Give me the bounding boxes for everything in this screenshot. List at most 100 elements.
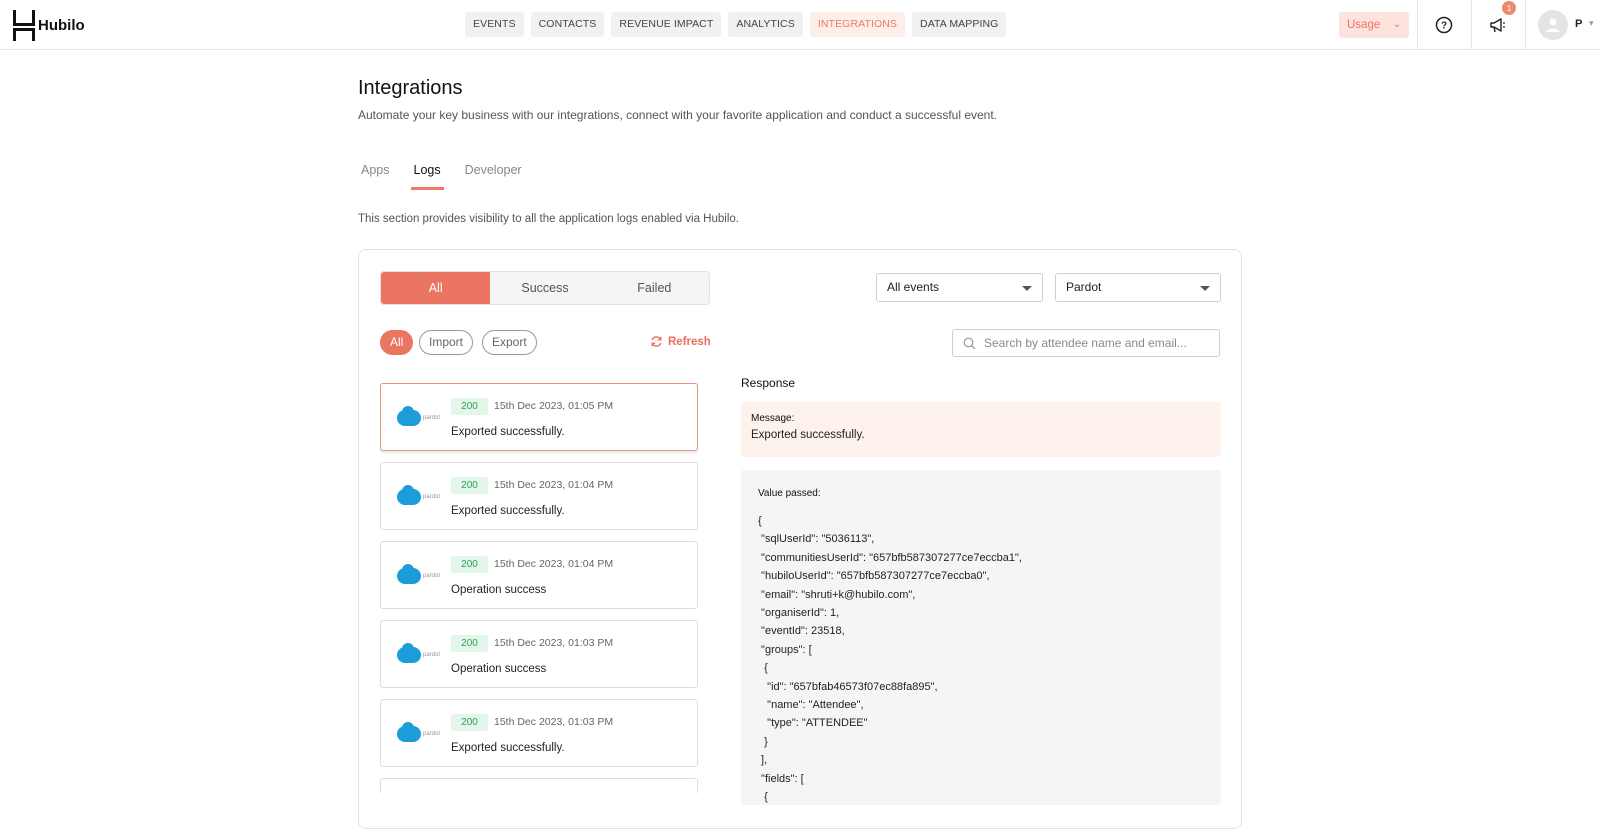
- megaphone-icon: [1490, 17, 1505, 32]
- user-initial: P: [1575, 18, 1583, 30]
- pardot-logo: pardot: [397, 722, 440, 742]
- log-list: pardot 200 15th Dec 2023, 01:05 PM Expor…: [380, 383, 698, 793]
- log-timestamp: 15th Dec 2023, 01:05 PM: [494, 400, 614, 412]
- refresh-icon: [651, 336, 662, 347]
- json-payload: { "sqlUserId": "5036113", "communitiesUs…: [758, 512, 1204, 805]
- usage-dropdown[interactable]: Usage ⌄: [1339, 12, 1409, 38]
- status-code-badge: 200: [451, 635, 488, 652]
- usage-label: Usage: [1347, 19, 1381, 31]
- pardot-logo: pardot: [397, 643, 440, 663]
- app-select[interactable]: Pardot: [1055, 273, 1221, 302]
- json-line: }: [758, 735, 768, 748]
- log-message: Operation success: [451, 663, 547, 675]
- nav-integrations[interactable]: INTEGRATIONS: [809, 12, 906, 37]
- announcements-button[interactable]: 1: [1471, 0, 1524, 49]
- search-icon: [963, 337, 976, 349]
- status-failed-button[interactable]: Failed: [600, 272, 709, 304]
- refresh-label: Refresh: [668, 335, 711, 348]
- salesforce-cloud-icon: [397, 485, 421, 505]
- log-message: Operation success: [451, 584, 547, 596]
- json-line: {: [758, 515, 762, 527]
- caret-down-icon: [1022, 286, 1032, 291]
- log-timestamp: 15th Dec 2023, 01:04 PM: [494, 558, 614, 570]
- help-icon: ?: [1435, 16, 1453, 33]
- pardot-logo: pardot: [397, 406, 440, 426]
- log-item[interactable]: pardot 200 15th Dec 2023, 01:05 PM Expor…: [380, 383, 698, 451]
- status-code-badge: 200: [451, 398, 488, 415]
- log-item[interactable]: pardot 200 15th Dec 2023, 01:03 PM Expor…: [380, 699, 698, 767]
- caret-down-icon: [1200, 286, 1210, 291]
- json-line: ],: [758, 754, 768, 767]
- integration-tabs: Apps Logs Developer: [358, 163, 543, 190]
- nav-revenue-impact[interactable]: REVENUE IMPACT: [611, 12, 722, 37]
- message-value: Exported successfully.: [751, 429, 865, 441]
- log-item[interactable]: pardot 200 15th Dec 2023, 01:03 PM Opera…: [380, 620, 698, 688]
- page-title: Integrations: [358, 77, 463, 99]
- salesforce-cloud-icon: [397, 722, 421, 742]
- nav-contacts[interactable]: CONTACTS: [530, 12, 605, 37]
- app-select-value: Pardot: [1066, 280, 1102, 294]
- status-code-badge: 200: [451, 714, 488, 731]
- section-description: This section provides visibility to all …: [358, 213, 739, 225]
- type-chip-import[interactable]: Import: [419, 330, 474, 355]
- salesforce-cloud-icon: [397, 643, 421, 663]
- json-line: "type": "ATTENDEE": [758, 717, 868, 730]
- nav-events[interactable]: EVENTS: [465, 12, 524, 37]
- json-line: "hubiloUserId": "657bfb587307277ce7eccba…: [758, 570, 990, 583]
- search-input[interactable]: [984, 336, 1209, 350]
- status-filter: All Success Failed: [380, 271, 710, 305]
- log-timestamp: 15th Dec 2023, 01:03 PM: [494, 716, 614, 728]
- event-select-value: All events: [887, 280, 940, 294]
- log-item[interactable]: pardot 200 15th Dec 2023, 01:04 PM Expor…: [380, 462, 698, 530]
- user-chevron-down-icon[interactable]: ▾: [1589, 18, 1594, 29]
- log-message: Exported successfully.: [451, 742, 565, 754]
- json-line: "name": "Attendee",: [758, 699, 864, 712]
- log-timestamp: 15th Dec 2023, 01:03 PM: [494, 637, 614, 649]
- top-bar: Hubilo EVENTS CONTACTS REVENUE IMPACT AN…: [0, 0, 1600, 50]
- attendee-search: [952, 329, 1220, 357]
- json-line: "organiserId": 1,: [758, 607, 840, 620]
- response-message-box: Message: Exported successfully.: [741, 402, 1221, 457]
- json-line: "id": "657bfab46573f07ec88fa895",: [758, 680, 938, 693]
- value-passed-label: Value passed:: [758, 488, 821, 499]
- log-item[interactable]: pardot 200 15th Dec 2023, 01:04 PM Opera…: [380, 541, 698, 609]
- page-subtitle: Automate your key business with our inte…: [358, 108, 998, 122]
- json-line: "eventId": 23518,: [758, 625, 845, 638]
- json-line: "fields": [: [758, 772, 804, 785]
- avatar: [1538, 9, 1568, 40]
- status-all-button[interactable]: All: [381, 272, 491, 304]
- chevron-down-icon: ⌄: [1392, 19, 1401, 30]
- json-line: "groups": [: [758, 643, 812, 656]
- main-nav: EVENTS CONTACTS REVENUE IMPACT ANALYTICS…: [465, 12, 1007, 37]
- type-chip-all[interactable]: All: [380, 330, 414, 355]
- help-button[interactable]: ?: [1417, 0, 1470, 49]
- tab-apps[interactable]: Apps: [358, 163, 393, 190]
- status-code-badge: 200: [451, 556, 488, 573]
- log-message: Exported successfully.: [451, 505, 565, 517]
- tab-logs[interactable]: Logs: [410, 163, 444, 190]
- user-icon: [1546, 18, 1560, 32]
- status-success-button[interactable]: Success: [490, 272, 599, 304]
- svg-text:?: ?: [1441, 20, 1447, 31]
- brand[interactable]: Hubilo: [13, 10, 85, 41]
- pardot-logo: pardot: [397, 564, 440, 584]
- json-line: {: [758, 662, 768, 675]
- log-item[interactable]: [380, 778, 698, 793]
- brand-name: Hubilo: [38, 17, 85, 34]
- value-passed-box[interactable]: Value passed: { "sqlUserId": "5036113", …: [741, 470, 1221, 805]
- status-code-badge: 200: [451, 477, 488, 494]
- json-line: "email": "shruti+k@hubilo.com",: [758, 588, 916, 601]
- tab-developer[interactable]: Developer: [462, 163, 525, 190]
- refresh-button[interactable]: Refresh: [650, 335, 711, 348]
- nav-analytics[interactable]: ANALYTICS: [728, 12, 803, 37]
- pardot-logo: pardot: [397, 485, 440, 505]
- nav-data-mapping[interactable]: DATA MAPPING: [912, 12, 1007, 37]
- message-label: Message:: [751, 413, 795, 424]
- response-title: Response: [741, 376, 796, 390]
- log-timestamp: 15th Dec 2023, 01:04 PM: [494, 479, 614, 491]
- notification-badge: 1: [1502, 1, 1516, 15]
- json-line: "communitiesUserId": "657bfb587307277ce7…: [758, 551, 1022, 564]
- event-select[interactable]: All events: [876, 273, 1043, 302]
- hubilo-logo-icon: [13, 10, 35, 41]
- type-chip-export[interactable]: Export: [482, 330, 537, 355]
